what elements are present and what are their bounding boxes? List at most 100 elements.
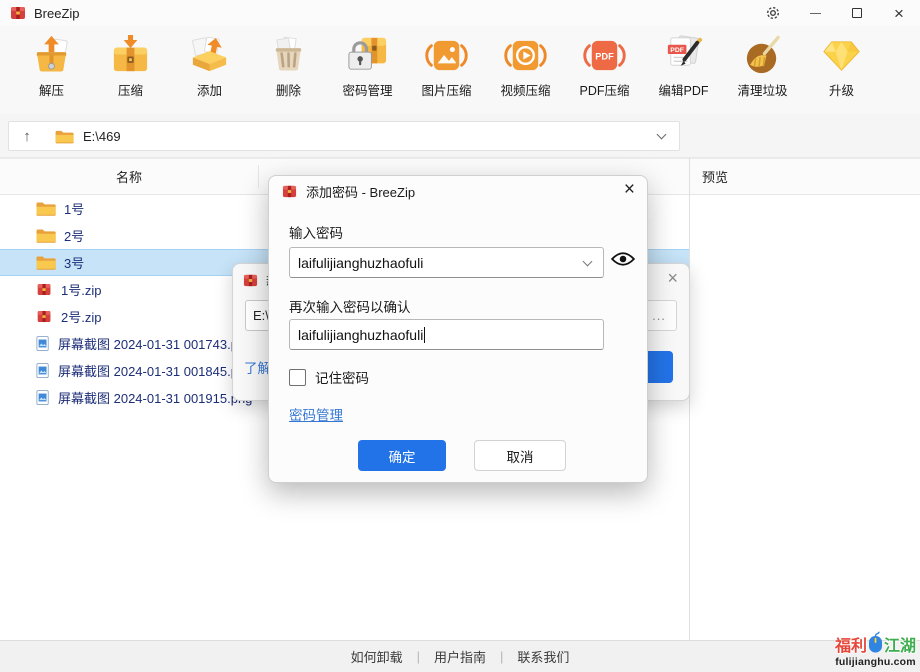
close-icon: × [894, 5, 904, 22]
toolbar-image-compress[interactable]: 图片压缩 [407, 26, 486, 114]
main-toolbar: 解压 压缩 添加 删除 [0, 26, 920, 114]
chevron-down-icon[interactable] [583, 257, 593, 267]
preview-header: 预览 [690, 158, 920, 195]
folder-icon [36, 200, 56, 217]
toolbar-label: PDF压缩 [579, 80, 629, 99]
close-icon[interactable]: × [624, 180, 635, 199]
extract-box-icon [29, 33, 74, 78]
mouse-icon [868, 631, 883, 653]
up-arrow-icon: ↑ [23, 128, 31, 145]
maximize-icon [852, 8, 862, 18]
up-directory-button[interactable]: ↑ [9, 122, 45, 150]
remember-password-checkbox[interactable] [289, 369, 306, 386]
cancel-button[interactable]: 取消 [474, 440, 566, 471]
toolbar-label: 解压 [39, 80, 64, 99]
toolbar-label: 清理垃圾 [737, 80, 787, 99]
title-bar: BreeZip × [0, 0, 920, 26]
image-file-icon [36, 335, 50, 352]
maximize-button[interactable] [836, 0, 878, 26]
learn-more-link[interactable]: 了解 [244, 357, 271, 377]
folder-icon [36, 227, 56, 244]
status-link-guide[interactable]: 用户指南 [434, 647, 486, 666]
file-name: 屏幕截图 2024-01-31 001743.png [58, 334, 252, 353]
file-name: 屏幕截图 2024-01-31 001845.png [58, 361, 252, 380]
window-title: BreeZip [34, 6, 80, 21]
watermark-url: fulijianghu.com [835, 656, 916, 668]
add-to-archive-icon [187, 33, 232, 78]
toolbar-pdf-compress[interactable]: PDF PDF压缩 [565, 26, 644, 114]
gear-icon [765, 5, 781, 21]
password-label: 输入密码 [289, 222, 343, 242]
password-manager-link[interactable]: 密码管理 [289, 404, 343, 424]
status-divider: | [500, 649, 503, 664]
clean-junk-icon [740, 33, 785, 78]
dialog-title: 添加密码 - BreeZip [306, 182, 415, 201]
toolbar-label: 图片压缩 [421, 80, 471, 99]
address-row: ↑ E:\469 [0, 114, 920, 158]
column-divider[interactable] [258, 165, 259, 188]
file-name: 3号 [64, 253, 84, 272]
toolbar-extract[interactable]: 解压 [12, 26, 91, 114]
minimize-icon [810, 13, 821, 14]
remember-password-label: 记住密码 [315, 367, 369, 387]
toolbar-clean-junk[interactable]: 清理垃圾 [723, 26, 802, 114]
zip-archive-icon [36, 281, 53, 298]
image-compress-icon [424, 33, 469, 78]
address-bar[interactable]: ↑ E:\469 [8, 121, 680, 151]
toolbar-label: 密码管理 [342, 80, 392, 99]
ok-button[interactable]: 确定 [358, 440, 446, 471]
password-lock-icon [345, 33, 390, 78]
toolbar-label: 压缩 [118, 80, 143, 99]
image-file-icon [36, 362, 50, 379]
toolbar-edit-pdf[interactable]: PDF 编辑PDF [644, 26, 723, 114]
svg-text:PDF: PDF [670, 47, 684, 54]
status-link-contact[interactable]: 联系我们 [517, 647, 569, 666]
status-bar: 如何卸载 | 用户指南 | 联系我们 [0, 640, 920, 672]
folder-icon [36, 254, 56, 271]
toolbar-upgrade[interactable]: 升级 [802, 26, 881, 114]
toolbar-label: 删除 [276, 80, 301, 99]
confirm-password-label: 再次输入密码以确认 [289, 296, 411, 316]
watermark-word-left: 福利 [835, 632, 867, 656]
remember-password-row[interactable]: 记住密码 [289, 367, 369, 387]
watermark-word-right: 江湖 [884, 632, 916, 656]
breezip-app-icon [10, 5, 26, 21]
settings-button[interactable] [752, 0, 794, 26]
toolbar-label: 视频压缩 [500, 80, 550, 99]
upgrade-gem-icon [819, 33, 864, 78]
toolbar-video-compress[interactable]: 视频压缩 [486, 26, 565, 114]
toolbar-compress[interactable]: 压缩 [91, 26, 170, 114]
column-header-name[interactable]: 名称 [0, 167, 258, 186]
image-file-icon [36, 389, 50, 406]
password-value: laifulijianghuzhaofuli [298, 255, 423, 271]
folder-icon [55, 129, 74, 144]
preview-panel: 预览 [690, 158, 920, 640]
add-password-dialog: 添加密码 - BreeZip × 输入密码 laifulijianghuzhao… [268, 175, 648, 483]
toolbar-add[interactable]: 添加 [170, 26, 249, 114]
toolbar-label: 升级 [829, 80, 854, 99]
file-name: 1号.zip [61, 280, 101, 299]
chevron-down-icon[interactable] [657, 130, 667, 140]
file-name: 2号.zip [61, 307, 101, 326]
eye-icon[interactable] [611, 250, 635, 268]
status-link-uninstall[interactable]: 如何卸载 [351, 647, 403, 666]
toolbar-password-manager[interactable]: 密码管理 [328, 26, 407, 114]
toolbar-delete[interactable]: 删除 [249, 26, 328, 114]
password-combobox[interactable]: laifulijianghuzhaofuli [289, 247, 604, 278]
confirm-password-input[interactable]: laifulijianghuzhaofuli [289, 319, 604, 350]
compress-box-icon [108, 33, 153, 78]
file-name: 1号 [64, 199, 84, 218]
watermark-logo: 福利 江湖 fulijianghu.com [835, 632, 916, 668]
svg-text:PDF: PDF [595, 51, 614, 61]
breezip-app-icon [282, 184, 297, 199]
minimize-button[interactable] [794, 0, 836, 26]
breezip-app-icon [243, 273, 258, 288]
file-name: 2号 [64, 226, 84, 245]
pdf-compress-icon: PDF [582, 33, 627, 78]
text-caret [424, 327, 425, 343]
close-icon[interactable]: × [667, 268, 678, 289]
video-compress-icon [503, 33, 548, 78]
close-button[interactable]: × [878, 0, 920, 26]
current-path: E:\469 [83, 129, 121, 144]
toolbar-label: 编辑PDF [658, 80, 708, 99]
